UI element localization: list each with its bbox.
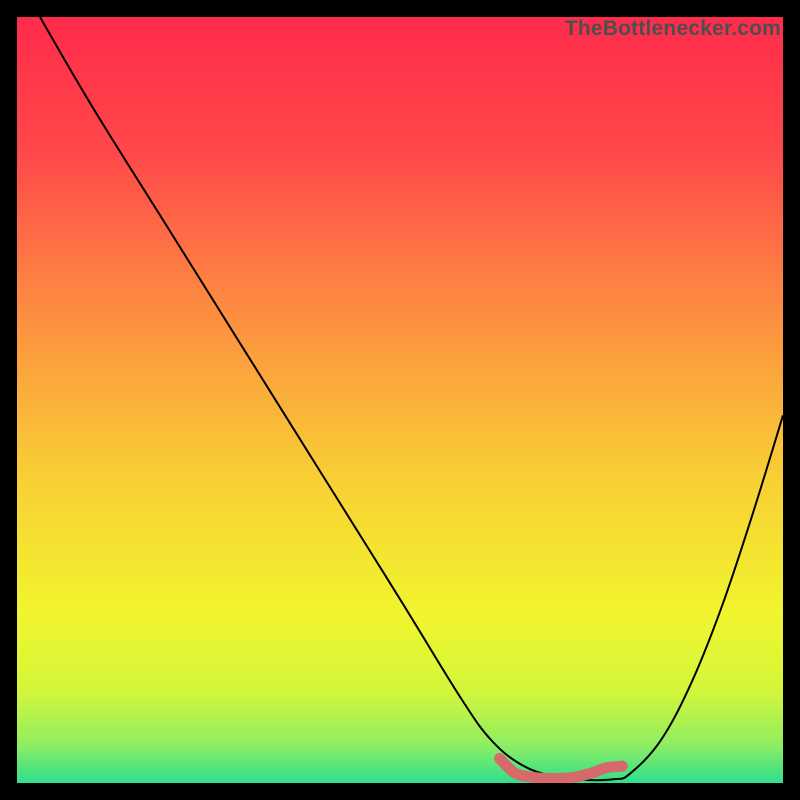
bottleneck-chart [17, 17, 783, 783]
chart-frame: TheBottlenecker.com [17, 17, 783, 783]
chart-background [17, 17, 783, 783]
watermark-text: TheBottlenecker.com [565, 17, 781, 41]
optimal-end-marker [617, 761, 628, 772]
